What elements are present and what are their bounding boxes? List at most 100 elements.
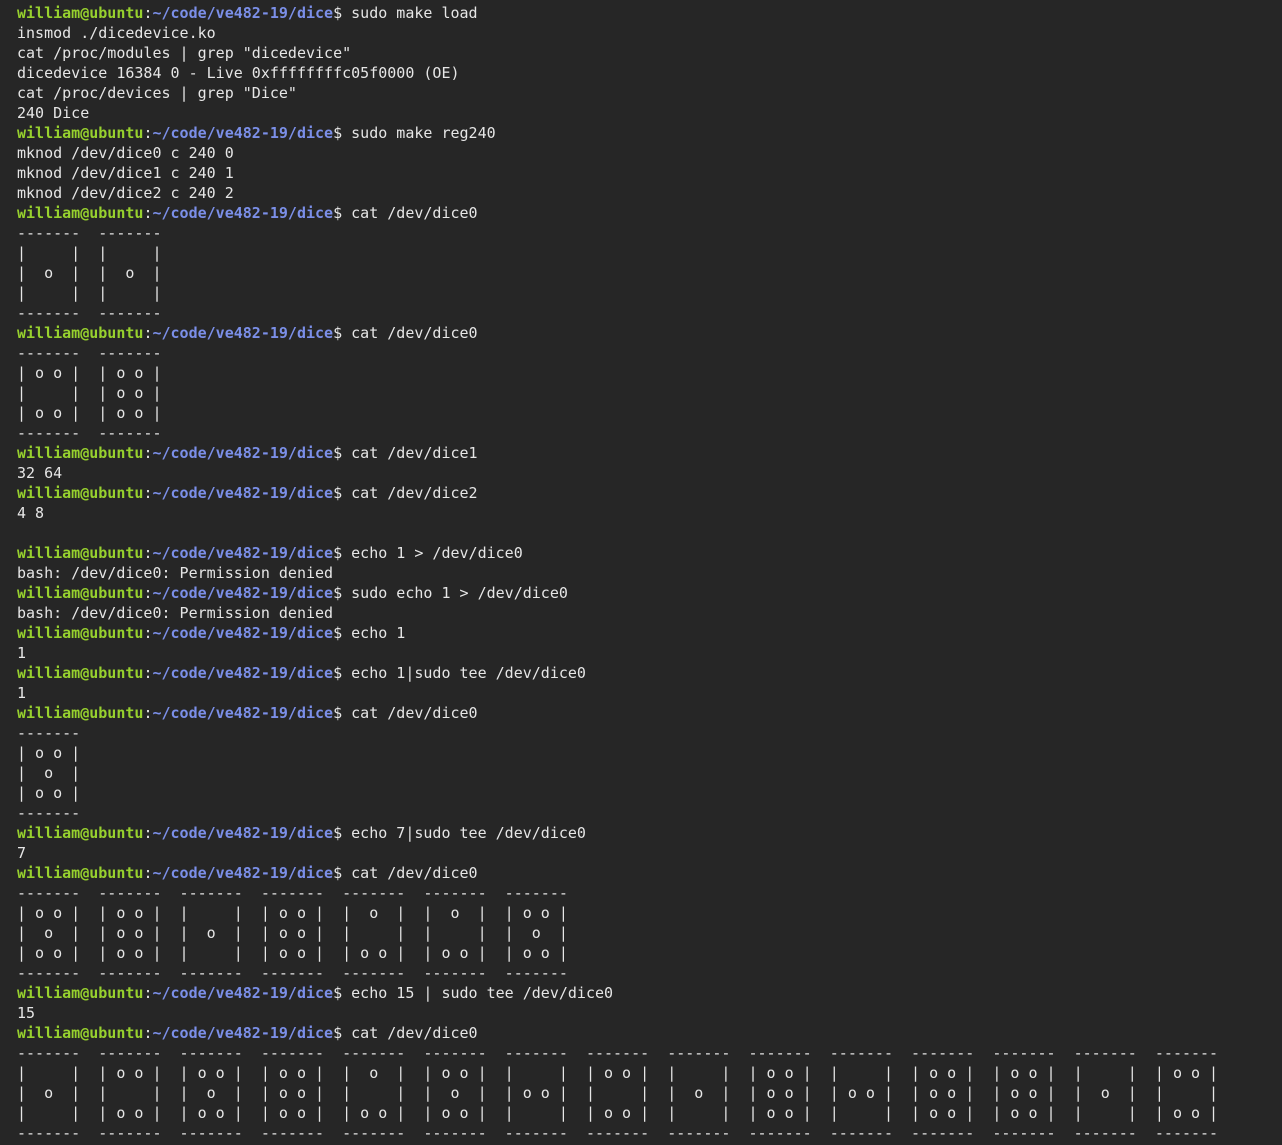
prompt-path: ~/code/ve482-19/dice — [152, 984, 334, 1002]
prompt-line: william@ubuntu:~/code/ve482-19/dice$ ech… — [17, 623, 1282, 643]
prompt-symbol: $ — [333, 864, 343, 882]
output-line: | o o | — [17, 784, 81, 802]
output-line: 15 — [17, 1004, 36, 1022]
command-text: echo 15 | sudo tee /dev/dice0 — [342, 984, 614, 1002]
prompt-symbol: $ — [333, 624, 343, 642]
prompt-line: william@ubuntu:~/code/ve482-19/dice$ cat… — [17, 483, 1282, 503]
command-text: cat /dev/dice0 — [342, 324, 478, 342]
prompt-user-host: william@ubuntu — [17, 544, 144, 562]
output-line: cat /proc/modules | grep "dicedevice" — [17, 44, 352, 62]
prompt-user-host: william@ubuntu — [17, 664, 144, 682]
output-line: 4 8 — [17, 504, 45, 522]
prompt-path: ~/code/ve482-19/dice — [152, 484, 334, 502]
output-line: dicedevice 16384 0 - Live 0xffffffffc05f… — [17, 64, 460, 82]
command-text: cat /dev/dice0 — [342, 204, 478, 222]
output-line: ------- ------- — [17, 344, 162, 362]
prompt-symbol: $ — [333, 444, 343, 462]
prompt-line: william@ubuntu:~/code/ve482-19/dice$ cat… — [17, 1023, 1282, 1043]
prompt-path: ~/code/ve482-19/dice — [152, 324, 334, 342]
output-line: | o | | o | — [17, 264, 162, 282]
prompt-user-host: william@ubuntu — [17, 584, 144, 602]
prompt-path: ~/code/ve482-19/dice — [152, 824, 334, 842]
prompt-path: ~/code/ve482-19/dice — [152, 4, 334, 22]
prompt-line: william@ubuntu:~/code/ve482-19/dice$ ech… — [17, 663, 1282, 683]
command-text: echo 1 — [342, 624, 406, 642]
output-line: | | | o o | — [17, 384, 162, 402]
command-text: cat /dev/dice0 — [342, 704, 478, 722]
prompt-symbol: $ — [333, 204, 343, 222]
prompt-symbol: $ — [333, 824, 343, 842]
output-line: bash: /dev/dice0: Permission denied — [17, 564, 334, 582]
output-line: | | | | — [17, 244, 162, 262]
prompt-line: william@ubuntu:~/code/ve482-19/dice$ cat… — [17, 703, 1282, 723]
output-line: cat /proc/devices | grep "Dice" — [17, 84, 297, 102]
output-line: mknod /dev/dice1 c 240 1 — [17, 164, 234, 182]
output-line: 7 — [17, 844, 27, 862]
prompt-line: william@ubuntu:~/code/ve482-19/dice$ sud… — [17, 123, 1282, 143]
prompt-path: ~/code/ve482-19/dice — [152, 664, 334, 682]
prompt-symbol: $ — [333, 664, 343, 682]
prompt-user-host: william@ubuntu — [17, 624, 144, 642]
prompt-user-host: william@ubuntu — [17, 484, 144, 502]
output-line: mknod /dev/dice2 c 240 2 — [17, 184, 234, 202]
output-line: ------- ------- — [17, 224, 162, 242]
prompt-line: william@ubuntu:~/code/ve482-19/dice$ ech… — [17, 543, 1282, 563]
output-line: ------- ------- — [17, 304, 162, 322]
prompt-line: william@ubuntu:~/code/ve482-19/dice$ cat… — [17, 863, 1282, 883]
prompt-path: ~/code/ve482-19/dice — [152, 704, 334, 722]
prompt-symbol: $ — [333, 544, 343, 562]
command-text: sudo make load — [342, 4, 478, 22]
prompt-symbol: $ — [333, 4, 343, 22]
output-line: ------- — [17, 804, 81, 822]
output-line: ------- ------- ------- ------- ------- … — [17, 1124, 1219, 1142]
prompt-line: william@ubuntu:~/code/ve482-19/dice$ cat… — [17, 203, 1282, 223]
prompt-user-host: william@ubuntu — [17, 984, 144, 1002]
prompt-path: ~/code/ve482-19/dice — [152, 1024, 334, 1042]
prompt-line: william@ubuntu:~/code/ve482-19/dice$ cat… — [17, 323, 1282, 343]
prompt-symbol: $ — [333, 1024, 343, 1042]
command-text: echo 1|sudo tee /dev/dice0 — [342, 664, 586, 682]
prompt-symbol: $ — [333, 324, 343, 342]
output-line: | o o | | o o | | | | o o | | o | | o | … — [17, 904, 568, 922]
prompt-user-host: william@ubuntu — [17, 324, 144, 342]
prompt-symbol: $ — [333, 584, 343, 602]
prompt-user-host: william@ubuntu — [17, 444, 144, 462]
output-line: | o | | | | o | | o o | | | | o | | o o … — [17, 1084, 1219, 1102]
output-line: insmod ./dicedevice.ko — [17, 24, 216, 42]
output-line: | o | — [17, 764, 81, 782]
prompt-path: ~/code/ve482-19/dice — [152, 624, 334, 642]
prompt-line: william@ubuntu:~/code/ve482-19/dice$ sud… — [17, 583, 1282, 603]
prompt-user-host: william@ubuntu — [17, 204, 144, 222]
output-line: ------- ------- ------- ------- ------- … — [17, 964, 568, 982]
prompt-user-host: william@ubuntu — [17, 4, 144, 22]
command-text: cat /dev/dice0 — [342, 1024, 478, 1042]
output-line: ------- — [17, 724, 81, 742]
prompt-user-host: william@ubuntu — [17, 1024, 144, 1042]
prompt-symbol: $ — [333, 704, 343, 722]
output-line: mknod /dev/dice0 c 240 0 — [17, 144, 234, 162]
prompt-symbol: $ — [333, 484, 343, 502]
prompt-user-host: william@ubuntu — [17, 864, 144, 882]
output-line: | o o | — [17, 744, 81, 762]
output-line: 1 — [17, 644, 27, 662]
output-line: 240 Dice — [17, 104, 90, 122]
prompt-user-host: william@ubuntu — [17, 704, 144, 722]
prompt-path: ~/code/ve482-19/dice — [152, 124, 334, 142]
output-line: | | | | — [17, 284, 162, 302]
terminal-window[interactable]: william@ubuntu:~/code/ve482-19/dice$ sud… — [0, 0, 1282, 1145]
output-line: ------- ------- — [17, 424, 162, 442]
command-text: sudo echo 1 > /dev/dice0 — [342, 584, 568, 602]
output-line: | | | o o | | o o | | o o | | o | | o o … — [17, 1064, 1219, 1082]
prompt-user-host: william@ubuntu — [17, 824, 144, 842]
command-text: cat /dev/dice2 — [342, 484, 478, 502]
prompt-symbol: $ — [333, 984, 343, 1002]
output-line: ------- ------- ------- ------- ------- … — [17, 1044, 1219, 1062]
output-line: 1 — [17, 684, 27, 702]
output-line: bash: /dev/dice0: Permission denied — [17, 604, 334, 622]
prompt-path: ~/code/ve482-19/dice — [152, 584, 334, 602]
prompt-path: ~/code/ve482-19/dice — [152, 444, 334, 462]
prompt-user-host: william@ubuntu — [17, 124, 144, 142]
prompt-line: william@ubuntu:~/code/ve482-19/dice$ cat… — [17, 443, 1282, 463]
output-line: | o | | o o | | o | | o o | | | | | | o … — [17, 924, 568, 942]
output-line: | o o | | o o | — [17, 404, 162, 422]
